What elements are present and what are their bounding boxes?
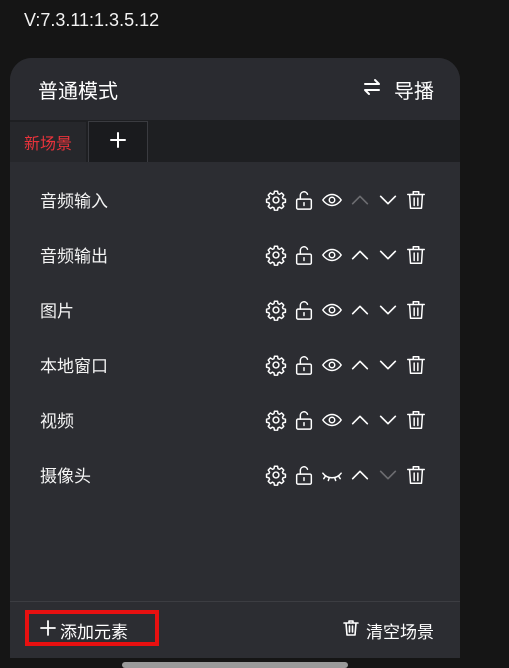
chevron-down-icon[interactable]	[376, 298, 400, 322]
mode-title: 普通模式	[38, 78, 118, 103]
panel-header: 普通模式 导播	[10, 58, 460, 120]
element-row-actions	[264, 298, 428, 322]
version-text: V:7.3.11:1.3.5.12	[24, 10, 160, 30]
eye-closed-icon[interactable]	[320, 463, 344, 487]
trash-icon[interactable]	[404, 353, 428, 377]
unlock-icon[interactable]	[292, 408, 316, 432]
eye-icon[interactable]	[320, 298, 344, 322]
settings-gear-icon[interactable]	[264, 408, 288, 432]
chevron-up-icon[interactable]	[348, 298, 372, 322]
swap-icon	[362, 77, 382, 102]
plus-icon	[40, 619, 56, 641]
unlock-icon[interactable]	[292, 243, 316, 267]
element-row[interactable]: 音频输出	[10, 227, 460, 282]
trash-icon[interactable]	[404, 408, 428, 432]
element-row[interactable]: 图片	[10, 282, 460, 337]
element-row-label: 音频输出	[40, 247, 108, 267]
eye-icon[interactable]	[320, 408, 344, 432]
eye-icon[interactable]	[320, 243, 344, 267]
element-list: 音频输入音频输出图片本地窗口视频摄像头	[10, 162, 460, 502]
element-row-actions	[264, 243, 428, 267]
element-row-label: 音频输入	[40, 192, 108, 212]
element-row-actions	[264, 353, 428, 377]
chevron-down-icon[interactable]	[376, 408, 400, 432]
horizontal-scrollbar[interactable]	[122, 662, 348, 668]
eye-icon[interactable]	[320, 188, 344, 212]
add-element-label: 添加元素	[60, 622, 128, 643]
trash-icon	[342, 619, 360, 642]
element-row-actions	[264, 408, 428, 432]
element-row-label: 图片	[40, 302, 74, 322]
switch-director-button[interactable]: 导播	[362, 75, 434, 104]
scene-tabbar: 新场景	[10, 120, 460, 162]
element-row-actions	[264, 463, 428, 487]
add-element-button[interactable]: 添加元素	[40, 618, 128, 643]
element-row-label: 视频	[40, 412, 74, 432]
chevron-up-icon[interactable]	[348, 243, 372, 267]
chevron-down-icon[interactable]	[376, 243, 400, 267]
element-row[interactable]: 音频输入	[10, 172, 460, 227]
element-row[interactable]: 视频	[10, 392, 460, 447]
settings-gear-icon[interactable]	[264, 463, 288, 487]
switch-label: 导播	[394, 78, 434, 103]
element-row-actions	[264, 188, 428, 212]
settings-gear-icon[interactable]	[264, 353, 288, 377]
element-row-label: 本地窗口	[40, 357, 108, 377]
settings-gear-icon[interactable]	[264, 188, 288, 212]
settings-gear-icon[interactable]	[264, 298, 288, 322]
unlock-icon[interactable]	[292, 353, 316, 377]
chevron-up-icon[interactable]	[348, 353, 372, 377]
plus-icon	[109, 131, 127, 153]
element-row[interactable]: 摄像头	[10, 447, 460, 502]
unlock-icon[interactable]	[292, 188, 316, 212]
tab-scene-new[interactable]: 新场景	[10, 122, 86, 162]
trash-icon[interactable]	[404, 243, 428, 267]
panel-footer: 添加元素 清空场景	[10, 601, 460, 658]
chevron-down-icon[interactable]	[376, 188, 400, 212]
chevron-up-icon[interactable]	[348, 188, 372, 212]
chevron-up-icon[interactable]	[348, 408, 372, 432]
eye-icon[interactable]	[320, 353, 344, 377]
element-row-label: 摄像头	[40, 467, 91, 487]
clear-scene-button[interactable]: 清空场景	[342, 618, 434, 643]
chevron-up-icon[interactable]	[348, 463, 372, 487]
chevron-down-icon[interactable]	[376, 353, 400, 377]
settings-gear-icon[interactable]	[264, 243, 288, 267]
trash-icon[interactable]	[404, 463, 428, 487]
element-row[interactable]: 本地窗口	[10, 337, 460, 392]
add-scene-tab-button[interactable]	[88, 121, 148, 162]
chevron-down-icon[interactable]	[376, 463, 400, 487]
unlock-icon[interactable]	[292, 463, 316, 487]
trash-icon[interactable]	[404, 188, 428, 212]
scene-panel: 普通模式 导播 新场景 音频输入音频输出图片本地窗口视频摄像头 添加元素	[10, 58, 460, 658]
clear-scene-label: 清空场景	[366, 622, 434, 643]
unlock-icon[interactable]	[292, 298, 316, 322]
trash-icon[interactable]	[404, 298, 428, 322]
